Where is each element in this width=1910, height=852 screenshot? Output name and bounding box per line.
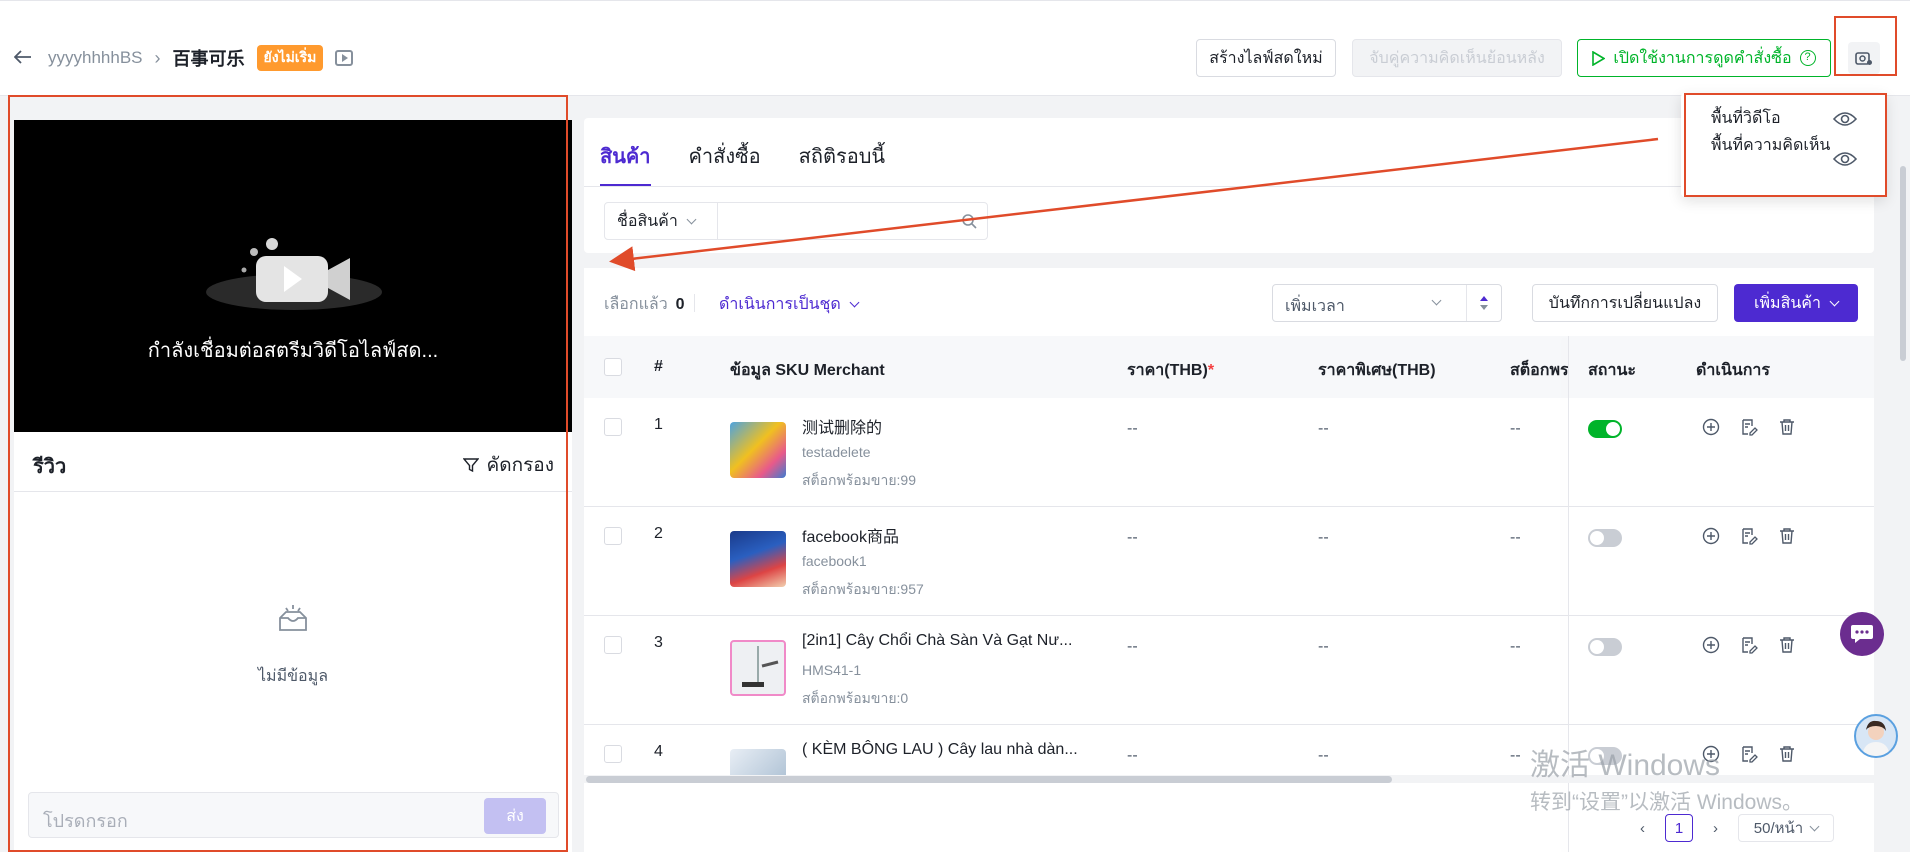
annotation-arrow xyxy=(609,137,1659,272)
